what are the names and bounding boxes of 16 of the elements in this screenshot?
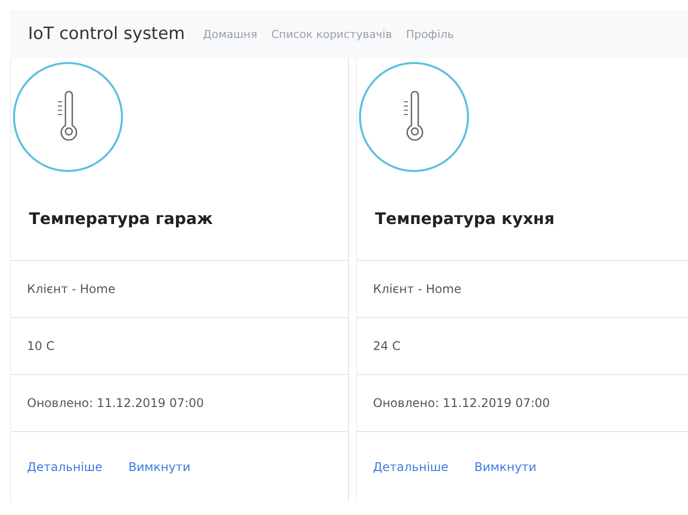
updated-text: Оновлено: 11.12.2019 07:00 [11, 375, 348, 432]
card-title: Температура кухня [375, 209, 556, 228]
card-link[interactable]: Детальніше [27, 460, 102, 474]
nav-link[interactable]: Домашня [203, 28, 258, 40]
card-link[interactable]: Вимкнути [474, 460, 536, 474]
temperature-value: 24 C [357, 318, 688, 375]
client-text: Клієнт - Home [357, 261, 688, 318]
temperature-value: 10 C [11, 318, 348, 375]
brand-link[interactable]: IoT control system [28, 24, 185, 44]
client-text: Клієнт - Home [11, 261, 348, 318]
nav-link[interactable]: Профіль [406, 28, 454, 40]
card-link[interactable]: Вимкнути [128, 460, 190, 474]
nav-link[interactable]: Список користувачів [271, 28, 392, 40]
card-title: Температура гараж [29, 209, 214, 228]
updated-text: Оновлено: 11.12.2019 07:00 [357, 375, 688, 432]
card-link[interactable]: Детальніше [373, 460, 448, 474]
